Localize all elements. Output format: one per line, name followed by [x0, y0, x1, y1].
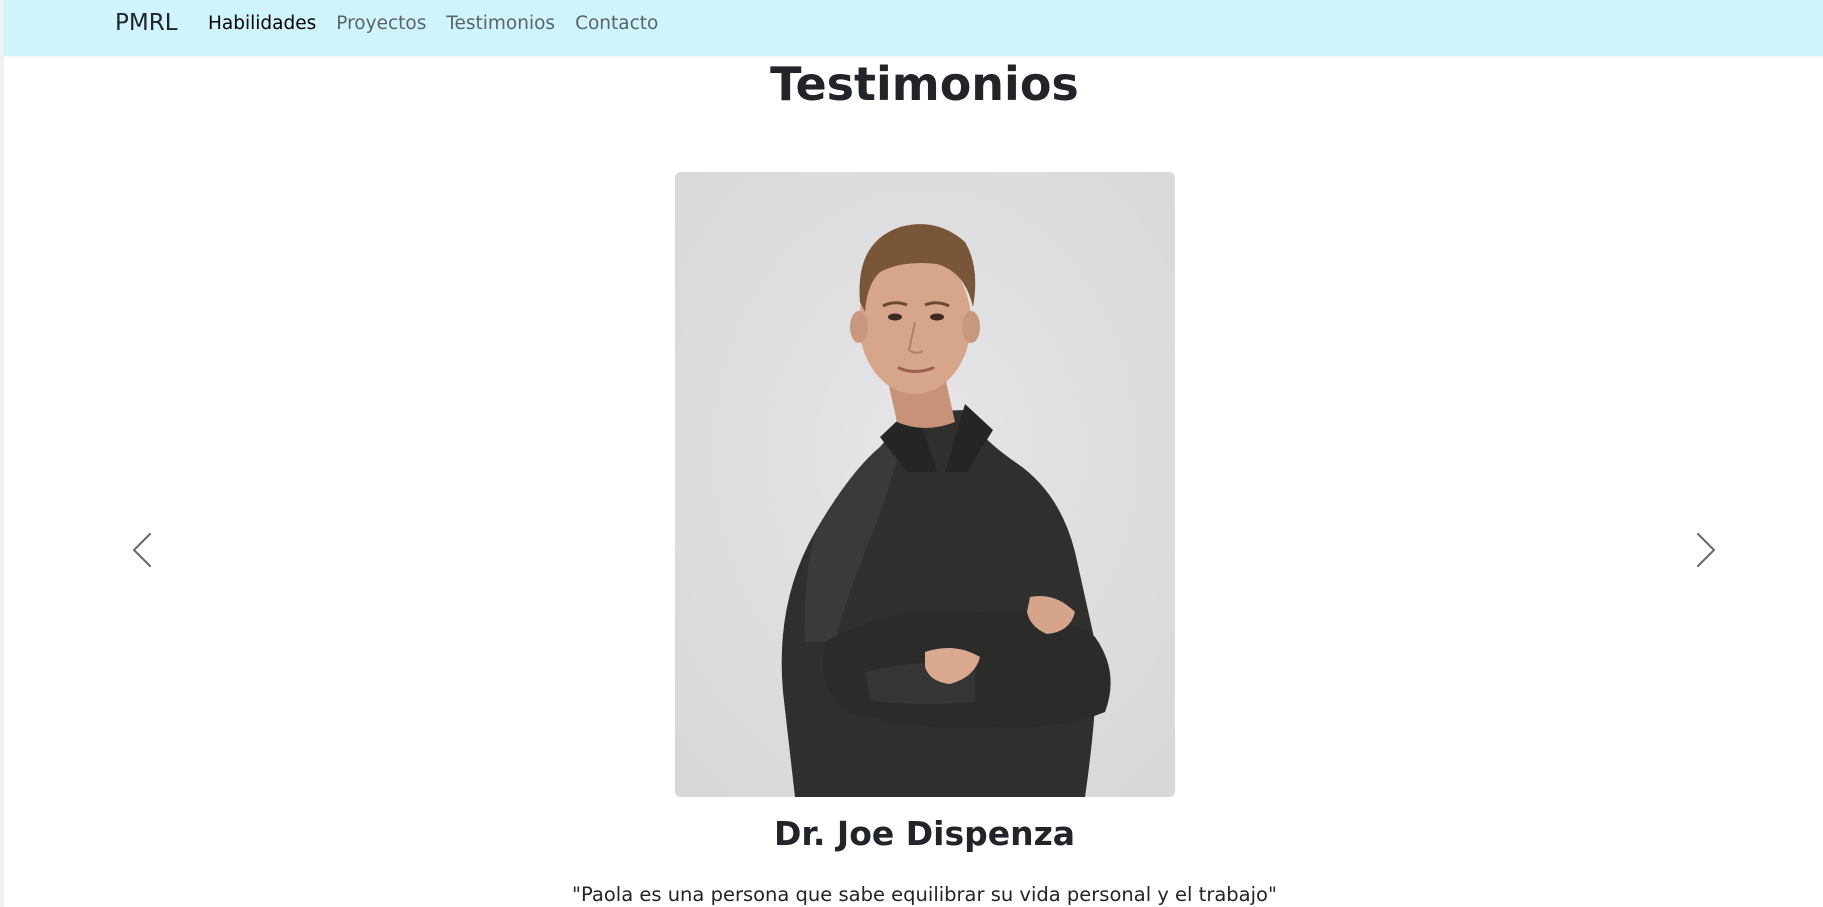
window-edge	[0, 0, 4, 907]
carousel-prev-button[interactable]	[117, 520, 167, 580]
nav-link-habilidades[interactable]: Habilidades	[208, 12, 316, 36]
nav-links: Habilidades Proyectos Testimonios Contac…	[208, 12, 678, 36]
person-portrait-illustration	[675, 172, 1175, 797]
chevron-right-icon	[1696, 532, 1716, 568]
section-title: Testimonios	[770, 57, 1079, 111]
portrait-photo	[675, 172, 1175, 797]
navbar: PMRL Habilidades Proyectos Testimonios C…	[4, 0, 1823, 56]
navbar-brand[interactable]: PMRL	[115, 9, 178, 37]
testimonial-name: Dr. Joe Dispenza	[773, 814, 1076, 853]
nav-link-contacto[interactable]: Contacto	[575, 12, 658, 36]
testimonial-quote: "Paola es una persona que sabe equilibra…	[572, 883, 1277, 906]
nav-link-testimonios[interactable]: Testimonios	[446, 12, 555, 36]
carousel-next-button[interactable]	[1681, 520, 1731, 580]
nav-link-proyectos[interactable]: Proyectos	[336, 12, 426, 36]
page: PMRL Habilidades Proyectos Testimonios C…	[0, 0, 1823, 907]
chevron-left-icon	[132, 532, 152, 568]
